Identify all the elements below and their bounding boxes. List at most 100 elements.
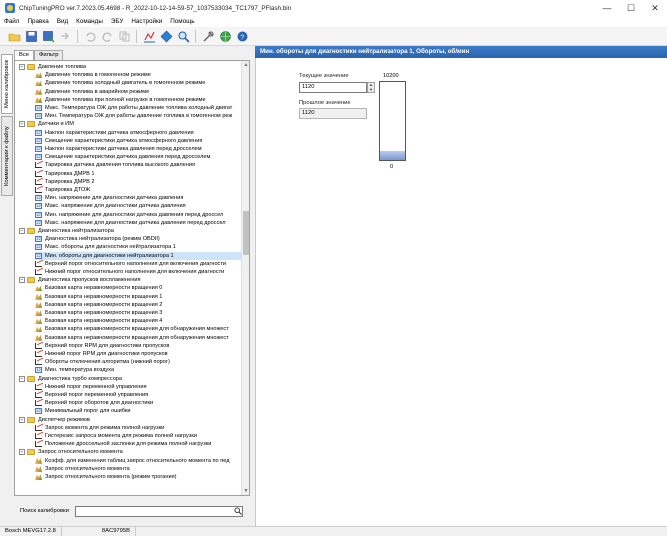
search-icon[interactable] [233, 506, 243, 516]
tree-item[interactable]: 12 Диагностика нейтрализатора (режим OBDI… [35, 235, 241, 243]
tree-item[interactable]: Давление топлива холодный двигатель в го… [35, 79, 241, 87]
tree-item[interactable]: Обороты отключения алгоритма (нижний пор… [35, 358, 241, 366]
tree-item[interactable]: Положение дроссельной заслонки для режим… [35, 440, 241, 448]
tools-icon[interactable] [200, 28, 216, 44]
scroll-thumb[interactable] [243, 211, 249, 255]
spin-down-icon[interactable]: ▼ [368, 87, 374, 93]
collapse-icon[interactable]: − [19, 64, 25, 71]
tree-item[interactable]: Давление топлива в аварийном режиме [35, 88, 241, 96]
tree-scrollbar[interactable]: ▲ ▼ [241, 61, 249, 495]
tree-item[interactable]: Запрос относительного момента (режим тро… [35, 473, 241, 481]
tree-item[interactable]: 12 Макс. напряжение для диагностики датчи… [35, 219, 241, 227]
export-icon[interactable] [57, 28, 73, 44]
help-icon[interactable]: ? [234, 28, 250, 44]
tree-item[interactable]: Верхний порог оборотов для диагностики [35, 399, 241, 407]
tree-item[interactable]: 12 Макс. Температура ОЖ для работы давлен… [35, 104, 241, 112]
tab-file-comments[interactable]: Комментарии к файлу [1, 116, 13, 196]
tree-item[interactable]: Тарировка ДТОЖ [35, 186, 241, 194]
menu-edit[interactable]: Правка [23, 16, 52, 27]
tree-item[interactable]: 12 Смещение характеристики датчика давлен… [35, 153, 241, 161]
undo-icon[interactable] [82, 28, 98, 44]
tree-item[interactable]: 12 Смещение характеристики датчика атмосф… [35, 137, 241, 145]
maximize-button[interactable]: ☐ [619, 0, 643, 16]
tab-calibration-menu[interactable]: Меню калибровок [1, 54, 13, 114]
current-value-input[interactable]: 1120 [299, 82, 367, 93]
value-icon: 12 [35, 129, 42, 136]
collapse-icon[interactable]: − [19, 375, 25, 382]
tree-folder[interactable]: − Запрос относительного момента [19, 448, 241, 456]
checksum-icon[interactable] [141, 28, 157, 44]
tree-label: Обороты отключения алгоритма (нижний пор… [45, 359, 170, 366]
open-icon[interactable] [6, 28, 22, 44]
tree-folder[interactable]: − Давление топлива [19, 63, 241, 71]
tab-filter[interactable]: Фильтр [34, 50, 64, 60]
value-spinner[interactable]: ▲ ▼ [367, 82, 375, 93]
tree-item[interactable]: 12 Мин. Температура ОЖ для работы давлени… [35, 112, 241, 120]
tree-item[interactable]: Базовая карта неравномерности вращения д… [35, 325, 241, 333]
menu-help[interactable]: Помощь [166, 16, 198, 27]
tree-item[interactable]: 12 Мин. напряжение для диагностики датчик… [35, 211, 241, 219]
tree-item[interactable]: Базовая карта неравномерности вращения 0 [35, 284, 241, 292]
copy-icon[interactable] [116, 28, 132, 44]
minimize-button[interactable]: — [595, 0, 619, 16]
tree-item[interactable]: 12 Макс. напряжение для диагностики датчи… [35, 202, 241, 210]
tree-item[interactable]: Тарировка ДМРВ 2 [35, 178, 241, 186]
globe-icon[interactable] [217, 28, 233, 44]
search-input[interactable] [74, 505, 243, 517]
tree-folder[interactable]: − Диспетчер режимов [19, 416, 241, 424]
tree-item[interactable]: Гистерезис запроса момента для режима по… [35, 432, 241, 440]
tree-item[interactable]: Коэфф. для изменения таблиц запрос относ… [35, 457, 241, 465]
tree-label: Базовая карта неравномерности вращения д… [45, 334, 229, 341]
redo-icon[interactable] [99, 28, 115, 44]
tree-item[interactable]: 12 Наклон характеристики датчика давления… [35, 145, 241, 153]
collapse-icon[interactable]: − [19, 416, 25, 423]
tab-all[interactable]: Все [14, 50, 34, 60]
search-icon[interactable] [175, 28, 191, 44]
tree-item[interactable]: 12 Мин. температура воздуха [35, 366, 241, 374]
tree-item[interactable]: Базовая карта неравномерности вращения 3 [35, 309, 241, 317]
tree-item[interactable]: 12 Наклон характеристики датчика атмосфер… [35, 129, 241, 137]
tree-item[interactable]: Верхний порог RPM для диагностики пропус… [35, 342, 241, 350]
menu-commands[interactable]: Команды [72, 16, 107, 27]
menu-file[interactable]: Файл [0, 16, 23, 27]
tree-item[interactable]: Давление топлива при полной нагрузке в г… [35, 96, 241, 104]
tree-item[interactable]: Базовая карта неравномерности вращения д… [35, 334, 241, 342]
tree-item[interactable]: Верхний порог относительного наполнения … [35, 260, 241, 268]
tree-folder[interactable]: − Диагностика пропусков воспламенения [19, 276, 241, 284]
tree-folder[interactable]: − Датчики и ИМ [19, 120, 241, 128]
tree-item[interactable]: 12 Мин. напряжение для диагностики датчик… [35, 194, 241, 202]
tree-item[interactable]: 12 Минимальный порог для ошибки [35, 407, 241, 415]
collapse-icon[interactable]: − [19, 228, 25, 235]
tree-item[interactable]: Нижний порог относительного наполнения д… [35, 268, 241, 276]
save-as-icon[interactable] [40, 28, 56, 44]
close-button[interactable]: ✕ [643, 0, 667, 16]
tree-item[interactable]: Верхний порог переменной управления [35, 391, 241, 399]
tree-item[interactable]: Тарировка ДМРВ 1 [35, 170, 241, 178]
tree-item[interactable]: Давление топлива в гомогенном режиме [35, 71, 241, 79]
collapse-icon[interactable]: − [19, 121, 25, 128]
tree-item[interactable]: 12 Мин. обороты для диагностики нейтрализ… [35, 251, 241, 260]
scroll-up-icon[interactable]: ▲ [242, 61, 249, 69]
scroll-down-icon[interactable]: ▼ [242, 487, 249, 495]
tree-item[interactable]: Нижний порог RPM для диагностики пропуск… [35, 350, 241, 358]
tree-folder[interactable]: − Диагностика нейтрализатора [19, 227, 241, 235]
tree-item[interactable]: Запрос относительного момента [35, 465, 241, 473]
tree-item[interactable]: Тарировка датчика давления топлива высок… [35, 161, 241, 169]
save-icon[interactable] [23, 28, 39, 44]
tree-label: Давление топлива [38, 64, 87, 71]
tree-item[interactable]: 12 Макс. обороты для диагностики нейтрали… [35, 243, 241, 251]
collapse-icon[interactable]: − [19, 277, 25, 284]
tree-item[interactable]: Запрос момента для режима полной нагрузк… [35, 424, 241, 432]
tree-item[interactable]: Базовая карта неравномерности вращения 1 [35, 293, 241, 301]
compare-icon[interactable] [158, 28, 174, 44]
tree-folder[interactable]: − Диагностика турбо компрессора [19, 375, 241, 383]
tree-item[interactable]: Базовая карта неравномерности вращения 4 [35, 317, 241, 325]
tree-item[interactable]: Базовая карта неравномерности вращения 2 [35, 301, 241, 309]
curve-icon [35, 400, 42, 407]
collapse-icon[interactable]: − [19, 449, 25, 456]
tree-item[interactable]: Нижний порог переменной управления [35, 383, 241, 391]
menu-ecu[interactable]: ЭБУ [107, 16, 128, 27]
curve-icon [35, 178, 42, 185]
menu-settings[interactable]: Настройки [127, 16, 166, 27]
menu-view[interactable]: Вид [53, 16, 72, 27]
